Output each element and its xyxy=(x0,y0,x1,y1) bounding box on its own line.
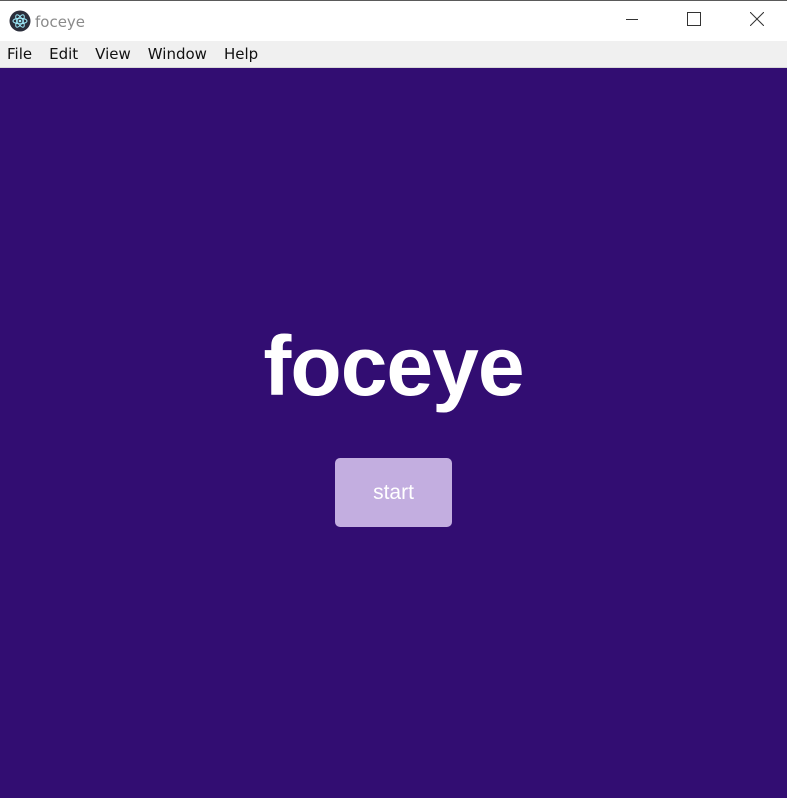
minimize-icon xyxy=(626,12,638,30)
start-button[interactable]: start xyxy=(335,458,452,527)
menu-edit[interactable]: Edit xyxy=(49,44,78,64)
main-content: foceye start xyxy=(0,68,787,798)
title-bar[interactable]: foceye xyxy=(0,0,787,41)
electron-atom-icon xyxy=(9,10,31,32)
maximize-icon xyxy=(687,11,701,31)
menu-view[interactable]: View xyxy=(95,44,131,64)
window-title: foceye xyxy=(35,13,86,31)
app-heading: foceye xyxy=(263,319,524,413)
app-window: foceye File Edit View Window Help foceye… xyxy=(0,0,787,798)
maximize-button[interactable] xyxy=(663,1,725,41)
menu-window[interactable]: Window xyxy=(148,44,207,64)
close-button[interactable] xyxy=(726,1,787,41)
menu-bar: File Edit View Window Help xyxy=(0,41,787,68)
menu-help[interactable]: Help xyxy=(224,44,258,64)
menu-file[interactable]: File xyxy=(7,44,32,64)
close-icon xyxy=(749,11,765,31)
minimize-button[interactable] xyxy=(601,1,663,41)
